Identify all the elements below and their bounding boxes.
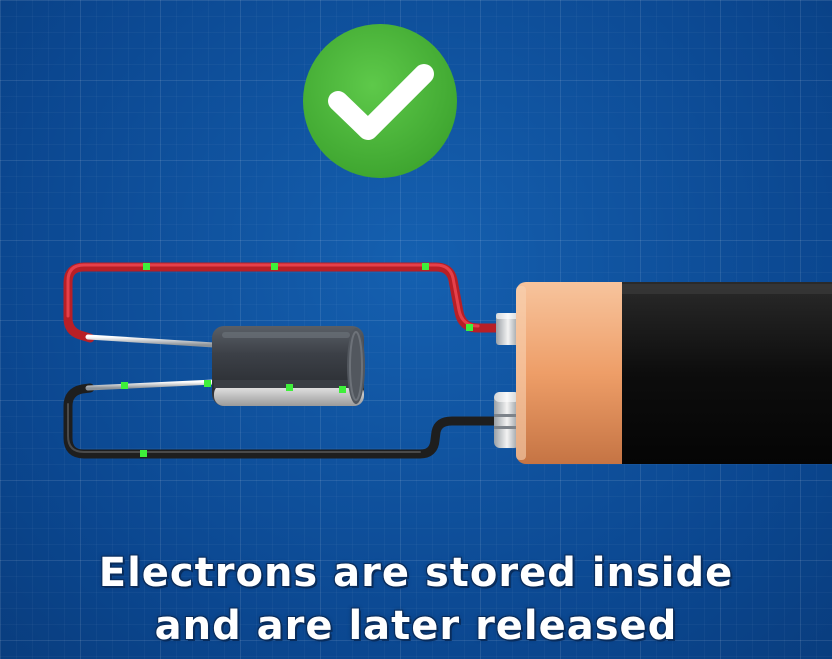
capacitor-lead-positive xyxy=(85,334,217,348)
electron xyxy=(121,382,128,389)
battery-black-top-sheen xyxy=(622,284,832,294)
negative-wire-highlight xyxy=(67,403,421,453)
caption-line-1: Electrons are stored inside xyxy=(98,550,734,596)
battery-copper-cap xyxy=(516,282,636,464)
electron xyxy=(143,263,150,270)
checkmark-circle xyxy=(303,24,457,178)
electron xyxy=(271,263,278,270)
capacitor-lead-negative xyxy=(85,379,217,391)
positive-wire-highlight xyxy=(66,263,480,328)
battery-black-body xyxy=(622,282,832,464)
electron xyxy=(339,386,346,393)
caption-line-2: and are later released xyxy=(154,603,678,649)
capacitor xyxy=(212,326,365,406)
electron xyxy=(422,263,429,270)
capacitor-sheen xyxy=(222,332,350,338)
battery-copper-edge xyxy=(516,286,526,460)
battery xyxy=(516,282,832,464)
checkmark-icon xyxy=(303,24,457,178)
electron xyxy=(286,384,293,391)
electron xyxy=(466,324,473,331)
electron xyxy=(140,450,147,457)
electron xyxy=(204,380,211,387)
